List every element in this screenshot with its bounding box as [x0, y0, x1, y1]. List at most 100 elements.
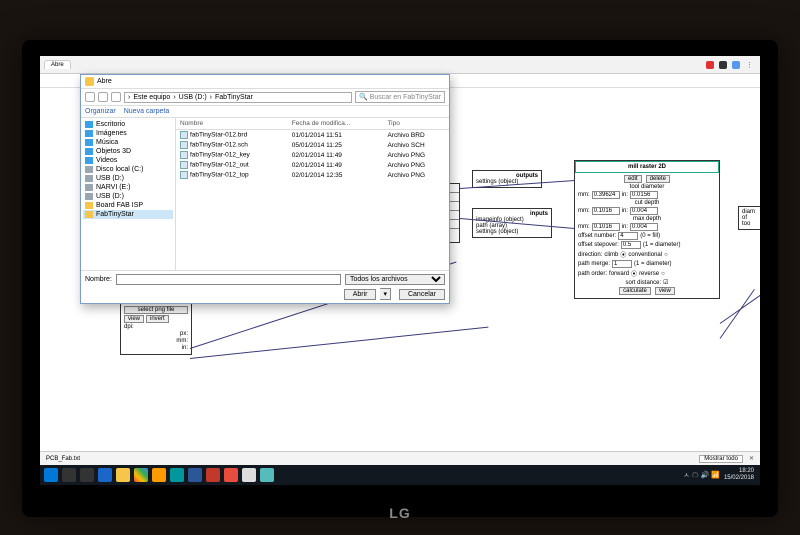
crumb[interactable]: FabTinyStar: [215, 94, 253, 101]
forward-icon[interactable]: [98, 92, 108, 102]
right-stub-node: diam of too: [738, 206, 760, 230]
clock[interactable]: 18:20 15/02/2018: [724, 468, 756, 482]
max-depth-label: max depth: [633, 216, 661, 222]
max-depth-mm[interactable]: [592, 223, 620, 231]
browser-tab[interactable]: Abre: [44, 60, 71, 69]
sidebar-item[interactable]: USB (D:): [83, 174, 173, 183]
app-icon[interactable]: [260, 468, 274, 482]
breadcrumb[interactable]: › Este equipo › USB (D:) › FabTinyStar: [124, 92, 352, 103]
mill-raster-node: mill raster 2D edit delete tool diameter…: [574, 160, 720, 299]
search-input[interactable]: 🔍 Buscar en FabTinyStar: [355, 91, 445, 103]
app-icon[interactable]: [242, 468, 256, 482]
open-dropdown-icon[interactable]: ▾: [380, 288, 391, 300]
calculate-button[interactable]: calculate: [619, 287, 651, 295]
mm-label: mm:: [578, 192, 590, 198]
col-modified[interactable]: Fecha de modifica...: [288, 118, 384, 130]
dialog-title: Abre: [97, 78, 112, 85]
view-button[interactable]: view: [124, 315, 144, 323]
sidebar-item[interactable]: FabTinyStar: [83, 210, 173, 219]
app-icon[interactable]: [206, 468, 220, 482]
search-icon[interactable]: [62, 468, 76, 482]
file-icon: [180, 171, 188, 179]
start-icon[interactable]: [44, 468, 58, 482]
sidebar-item-label: USB (D:): [96, 175, 124, 182]
folder-icon: [85, 157, 93, 164]
sidebar-item[interactable]: Escritorio: [83, 120, 173, 129]
tool-diameter-in[interactable]: [630, 191, 658, 199]
folder-icon: [85, 193, 93, 200]
illustrator-icon[interactable]: [152, 468, 166, 482]
edit-button[interactable]: edit: [624, 175, 642, 183]
col-type[interactable]: Tipo: [383, 118, 449, 130]
cut-depth-in[interactable]: [630, 207, 658, 215]
invert-button[interactable]: invert: [146, 315, 169, 323]
browser-tabstrip: Abre ⋮: [40, 56, 760, 74]
path-merge-field[interactable]: [612, 260, 632, 268]
select-png-button[interactable]: select png file: [124, 306, 188, 314]
file-row[interactable]: fabTinyStar-012_key02/01/2014 11:49Archi…: [176, 150, 449, 160]
cut-depth-label: cut depth: [635, 200, 660, 206]
dpi-label: dpi:: [124, 324, 134, 330]
reverse-option[interactable]: reverse: [639, 271, 659, 277]
filename-field[interactable]: [116, 274, 341, 285]
forward-option[interactable]: forward: [609, 271, 629, 277]
file-icon: [180, 161, 188, 169]
cancel-button[interactable]: Cancelar: [399, 289, 445, 300]
app-icon[interactable]: [188, 468, 202, 482]
organize-menu[interactable]: Organizar: [85, 108, 116, 115]
chrome-icon[interactable]: [134, 468, 148, 482]
file-row[interactable]: fabTinyStar-012_top02/01/2014 12:35Archi…: [176, 170, 449, 180]
file-row[interactable]: fabTinyStar-012.brd01/01/2014 11:51Archi…: [176, 130, 449, 141]
up-icon[interactable]: [111, 92, 121, 102]
sidebar-item[interactable]: Imágenes: [83, 129, 173, 138]
explorer-icon[interactable]: [116, 468, 130, 482]
folder-icon: [85, 166, 93, 173]
taskview-icon[interactable]: [80, 468, 94, 482]
arduino-icon[interactable]: [170, 468, 184, 482]
conventional-option[interactable]: conventional: [628, 252, 662, 258]
extension-icon[interactable]: [706, 61, 714, 69]
stub-text: too: [742, 221, 758, 227]
taskbar: ㅅ ☁ 🔊 📶 18:20 15/02/2018: [40, 465, 760, 485]
view-button[interactable]: view: [655, 287, 675, 295]
unit-in: in:: [182, 345, 188, 351]
max-depth-in[interactable]: [630, 223, 658, 231]
crumb[interactable]: USB (D:): [179, 94, 207, 101]
extension-icon[interactable]: [732, 61, 740, 69]
sidebar-item[interactable]: NARVI (E:): [83, 183, 173, 192]
open-button[interactable]: Abrir: [344, 289, 377, 300]
new-folder-button[interactable]: Nueva carpeta: [124, 108, 170, 115]
sidebar-item[interactable]: Videos: [83, 156, 173, 165]
cut-depth-mm[interactable]: [592, 207, 620, 215]
app-icon[interactable]: [224, 468, 238, 482]
col-name[interactable]: Nombre: [176, 118, 288, 130]
filetype-select[interactable]: Todos los archivos: [345, 274, 445, 285]
file-row[interactable]: fabTinyStar-012.sch05/01/2014 11:25Archi…: [176, 140, 449, 150]
offset-number-field[interactable]: [618, 232, 638, 240]
tool-diameter-mm[interactable]: [592, 191, 620, 199]
extension-icon[interactable]: [719, 61, 727, 69]
back-icon[interactable]: [85, 92, 95, 102]
delete-button[interactable]: delete: [646, 175, 670, 183]
crumb[interactable]: Este equipo: [133, 94, 170, 101]
path-order-label: path order:: [578, 271, 607, 277]
download-file[interactable]: PCB_Fab.txt: [46, 456, 80, 462]
sidebar-item-label: Objetos 3D: [96, 148, 131, 155]
sidebar-item[interactable]: Objetos 3D: [83, 147, 173, 156]
tray-icons[interactable]: ㅅ ☁ 🔊 📶: [683, 470, 720, 480]
sidebar-item[interactable]: USB (D:): [83, 192, 173, 201]
sidebar-item[interactable]: Disco local (C:): [83, 165, 173, 174]
edge-icon[interactable]: [98, 468, 112, 482]
sidebar-item[interactable]: Board FAB ISP: [83, 201, 173, 210]
file-row[interactable]: fabTinyStar-012_out02/01/2014 11:49Archi…: [176, 160, 449, 170]
sidebar-item[interactable]: Música: [83, 138, 173, 147]
close-icon[interactable]: ✕: [749, 455, 754, 462]
climb-option[interactable]: climb: [604, 252, 618, 258]
offset-stepover-field[interactable]: [621, 241, 641, 249]
show-all-button[interactable]: Mostrar todo: [699, 455, 743, 463]
in-label: in:: [622, 192, 628, 198]
folder-icon: [85, 184, 93, 191]
menu-icon[interactable]: ⋮: [743, 61, 756, 69]
inputs-line: settings (object): [476, 229, 548, 235]
folder-icon: [85, 121, 93, 128]
